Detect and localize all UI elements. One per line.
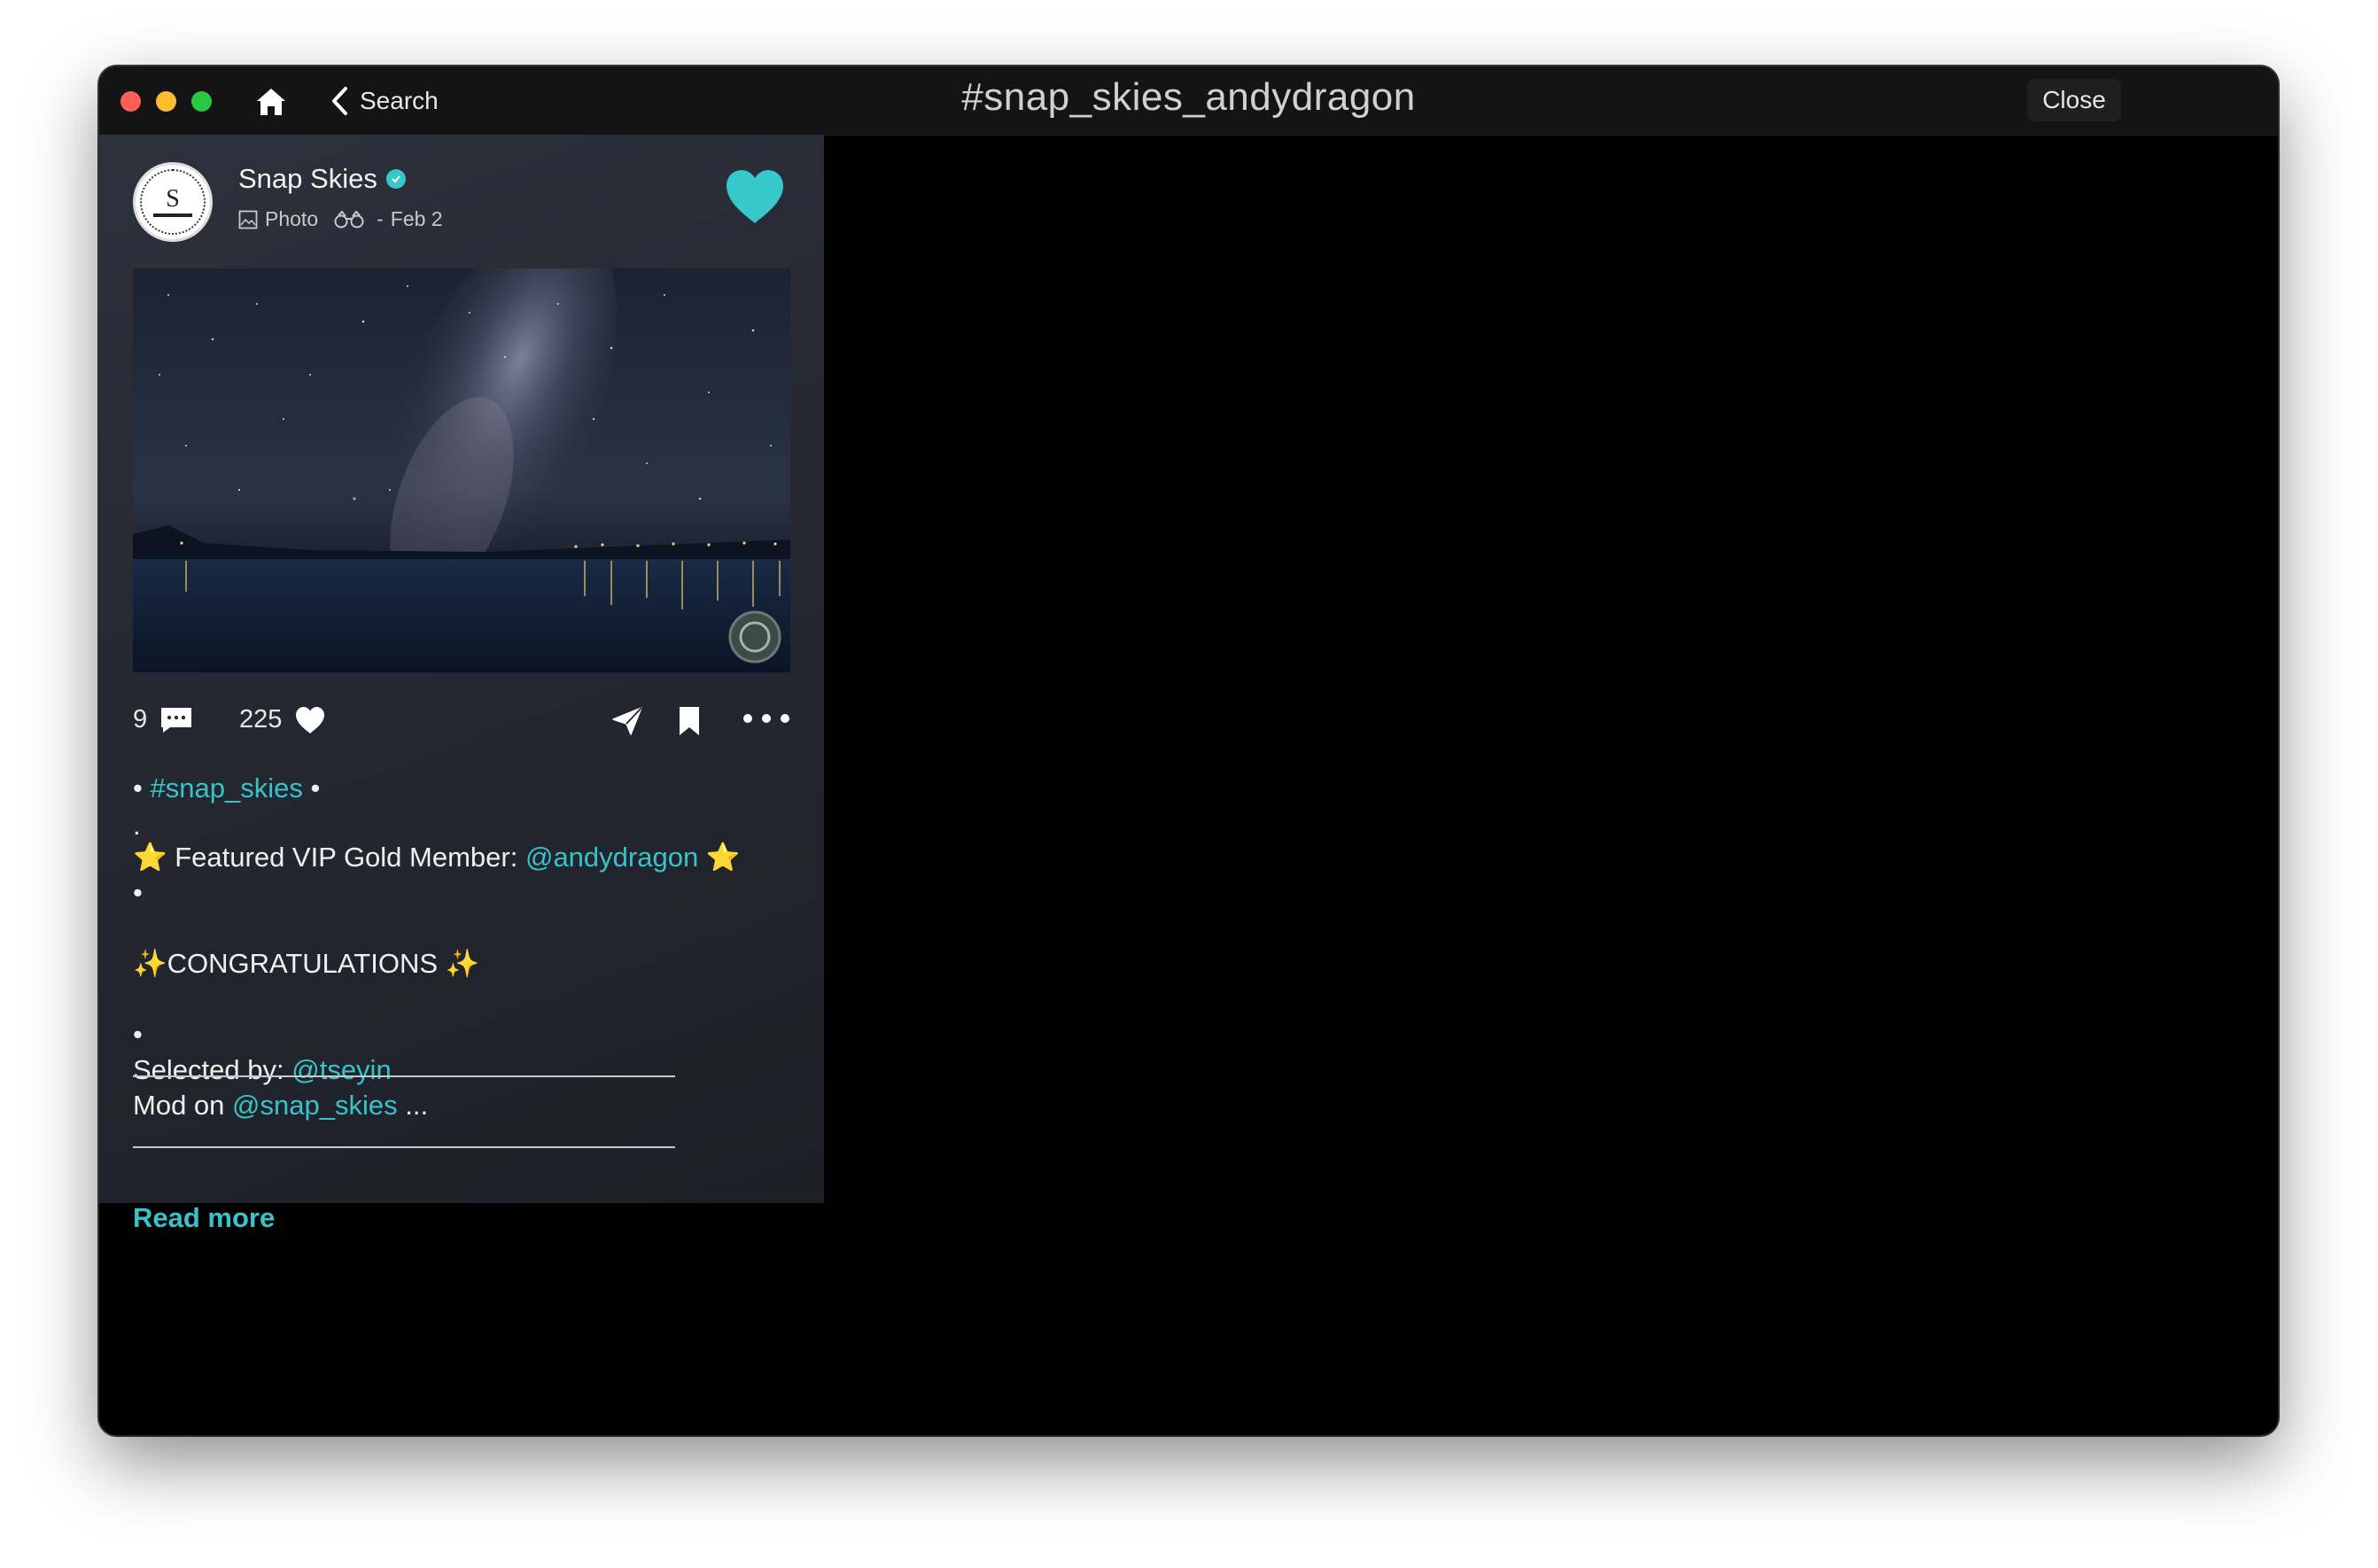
likes-button[interactable]: 225 bbox=[239, 705, 326, 734]
mention-link-andydragon[interactable]: @andydragon bbox=[525, 842, 698, 873]
photo-icon bbox=[238, 210, 258, 229]
read-more-link[interactable]: Read more bbox=[133, 1202, 275, 1234]
caption-line-congratulations: ✨CONGRATULATIONS ✨ bbox=[133, 948, 480, 979]
avatar[interactable]: S bbox=[133, 162, 213, 242]
mention-link-tseyin[interactable]: @tseyin bbox=[291, 1054, 391, 1085]
caption-line-selected-by: Selected by: @tseyin bbox=[133, 1054, 392, 1085]
star-icon: ⭐ bbox=[133, 842, 167, 873]
share-button[interactable] bbox=[611, 705, 643, 741]
app-window: Search #snap_skies_andydragon Close S Sn… bbox=[99, 66, 2278, 1435]
post-actions: 9 225 bbox=[133, 702, 790, 746]
caption-line-bullet-2: • bbox=[133, 1019, 143, 1050]
comment-icon bbox=[161, 707, 192, 733]
close-button[interactable]: Close bbox=[2027, 79, 2121, 121]
caption-line-bullet: • bbox=[133, 877, 143, 908]
caption-line-mod-on: Mod on @snap_skies ... bbox=[133, 1090, 429, 1121]
caption-line-featured: ⭐ Featured VIP Gold Member: @andydragon … bbox=[133, 842, 741, 873]
author-name[interactable]: Snap Skies bbox=[238, 163, 377, 195]
titlebar: Search #snap_skies_andydragon Close bbox=[99, 66, 2278, 136]
likes-count: 225 bbox=[239, 705, 283, 734]
caption-line-dot: . bbox=[133, 810, 141, 841]
verified-icon bbox=[385, 169, 406, 189]
like-button[interactable] bbox=[723, 168, 787, 225]
post-meta: Photo - Feb 2 bbox=[238, 207, 443, 231]
author-name-row[interactable]: Snap Skies bbox=[238, 163, 406, 195]
divider-bottom bbox=[133, 1146, 675, 1148]
share-icon bbox=[612, 707, 642, 735]
mention-link-snap-skies[interactable]: @snap_skies bbox=[232, 1090, 398, 1121]
avatar-logo: S bbox=[140, 169, 206, 235]
caption-line-hashtag: • #snap_skies • bbox=[133, 772, 321, 803]
comments-button[interactable]: 9 bbox=[133, 705, 193, 734]
post-type: Photo bbox=[265, 207, 319, 230]
bookmark-icon bbox=[680, 707, 699, 735]
bookmark-button[interactable] bbox=[677, 705, 702, 741]
meta-separator: - bbox=[377, 207, 384, 230]
binoculars-icon bbox=[334, 210, 364, 228]
more-icon bbox=[743, 714, 789, 723]
heart-icon bbox=[727, 170, 783, 223]
star-icon: ⭐ bbox=[705, 842, 741, 873]
divider-top bbox=[133, 1075, 675, 1077]
more-button[interactable] bbox=[742, 712, 790, 729]
hashtag-link[interactable]: #snap_skies bbox=[150, 772, 302, 803]
page-title: #snap_skies_andydragon bbox=[961, 75, 1416, 119]
post-date: Feb 2 bbox=[390, 207, 443, 230]
post-card: S Snap Skies Photo - Feb 2 9 225 • #snap… bbox=[99, 135, 824, 1233]
post-photo[interactable] bbox=[133, 268, 790, 672]
heart-icon bbox=[296, 706, 325, 734]
comments-count: 9 bbox=[133, 705, 148, 734]
